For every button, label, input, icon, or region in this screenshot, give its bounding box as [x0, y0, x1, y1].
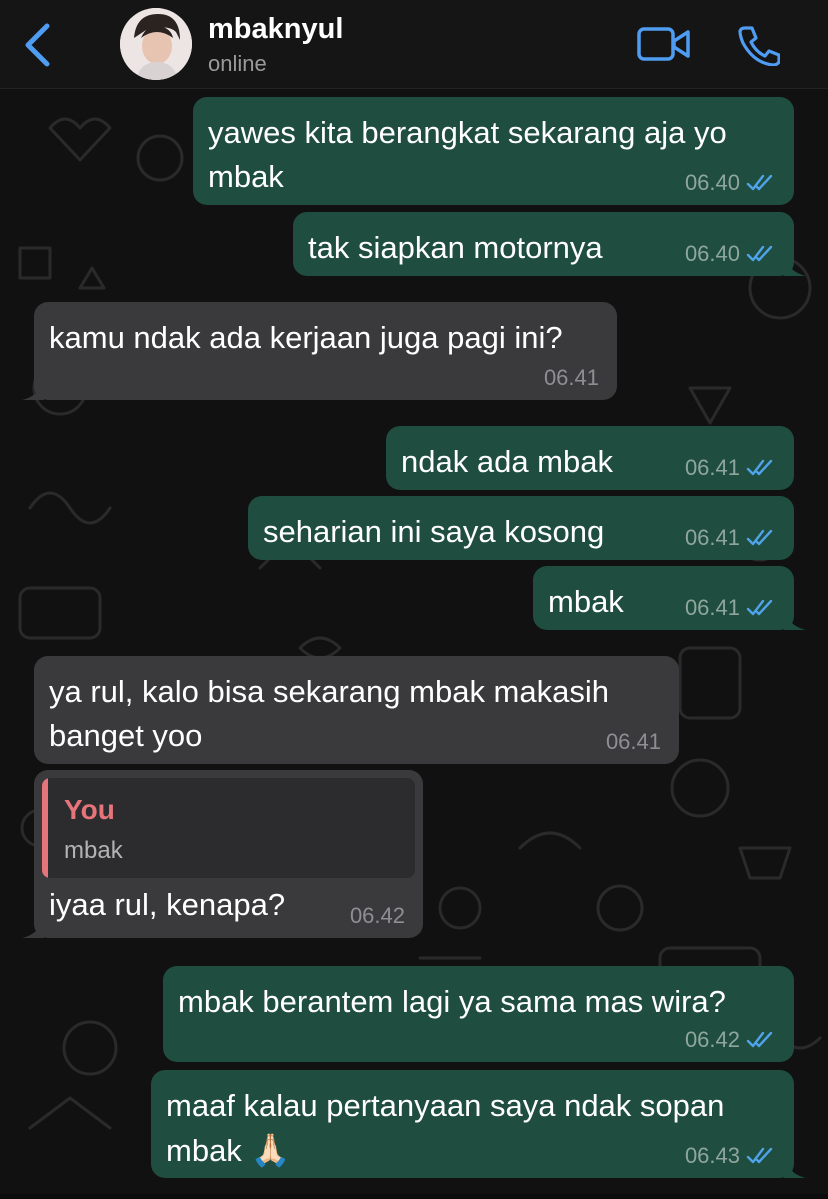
message-bubble-outgoing[interactable]: mbak 06.41: [533, 566, 806, 630]
message-time: 06.40: [684, 170, 740, 195]
message-meta: 06.41: [544, 366, 599, 390]
message-bubble-incoming[interactable]: kamu ndak ada kerjaan juga pagi ini? 06.…: [22, 302, 617, 400]
message-meta: 06.41: [685, 526, 776, 550]
message-text: mbak berantem lagi ya sama mas wira?: [178, 984, 726, 1019]
message-meta: 06.42: [350, 904, 405, 928]
message-time: 06.43: [684, 1143, 740, 1168]
message-meta: 06.43: [685, 1144, 776, 1168]
read-receipt-icon: [746, 599, 773, 616]
video-camera-icon: [637, 27, 690, 61]
read-receipt-icon: [746, 459, 773, 476]
read-receipt-icon: [746, 529, 773, 546]
contact-status: online: [208, 51, 267, 76]
message-meta: 06.40: [685, 171, 776, 195]
read-receipt-icon: [746, 1147, 773, 1164]
message-time: 06.41: [543, 365, 599, 390]
message-meta: 06.42: [685, 1028, 776, 1052]
video-call-button[interactable]: [636, 24, 692, 64]
bubble-tail: [22, 378, 44, 400]
back-button[interactable]: [20, 22, 60, 68]
message-time: 06.41: [684, 455, 740, 480]
message-bubble-incoming[interactable]: You mbak iyaa rul, kenapa? 06.42: [22, 770, 423, 938]
message-bubble-outgoing[interactable]: ndak ada mbak 06.41: [386, 426, 794, 490]
message-bubble-outgoing[interactable]: mbak berantem lagi ya sama mas wira? 06.…: [163, 966, 794, 1062]
avatar-image: [120, 8, 192, 80]
read-receipt-icon: [746, 245, 773, 262]
message-bubble-outgoing[interactable]: seharian ini saya kosong 06.41: [248, 496, 794, 560]
message-bubble-outgoing[interactable]: yawes kita berangkat sekarang aja yo mba…: [193, 97, 794, 205]
folded-hands-emoji: 🙏🏻: [250, 1132, 291, 1168]
bubble-tail: [22, 916, 44, 938]
message-time: 06.41: [605, 729, 661, 754]
reply-quote-text: mbak: [64, 837, 123, 864]
chat-header: mbaknyul online: [0, 0, 828, 89]
message-meta: 06.41: [685, 456, 776, 480]
message-time: 06.40: [684, 241, 740, 266]
message-time: 06.41: [684, 595, 740, 620]
message-bubble-incoming[interactable]: ya rul, kalo bisa sekarang mbak makasih …: [34, 656, 679, 764]
message-bubble-outgoing[interactable]: tak siapkan motornya 06.40: [293, 212, 806, 276]
message-bubble-outgoing[interactable]: maaf kalau pertanyaan saya ndak sopan mb…: [151, 1070, 806, 1178]
avatar[interactable]: [120, 8, 192, 80]
message-time: 06.41: [684, 525, 740, 550]
read-receipt-icon: [746, 1031, 773, 1048]
message-meta: 06.41: [685, 596, 776, 620]
reply-quote[interactable]: You mbak: [42, 778, 415, 878]
message-time: 06.42: [349, 903, 405, 928]
reply-quote-bar: [42, 778, 48, 878]
message-meta: 06.40: [685, 242, 776, 266]
phone-icon: [738, 26, 781, 67]
reply-quote-author: You: [64, 794, 115, 825]
bubble-tail: [784, 608, 806, 630]
message-text: ya rul, kalo bisa sekarang mbak makasih …: [49, 674, 609, 753]
message-text: iyaa rul, kenapa?: [49, 887, 286, 922]
bubble-tail: [784, 1156, 806, 1178]
message-text: kamu ndak ada kerjaan juga pagi ini?: [49, 320, 563, 355]
message-time: 06.42: [684, 1027, 740, 1052]
voice-call-button[interactable]: [736, 24, 781, 67]
contact-name[interactable]: mbaknyul: [208, 13, 343, 46]
read-receipt-icon: [746, 174, 773, 191]
bubble-tail: [784, 254, 806, 276]
chevron-left-icon: [25, 23, 50, 67]
message-meta: 06.41: [606, 730, 661, 754]
